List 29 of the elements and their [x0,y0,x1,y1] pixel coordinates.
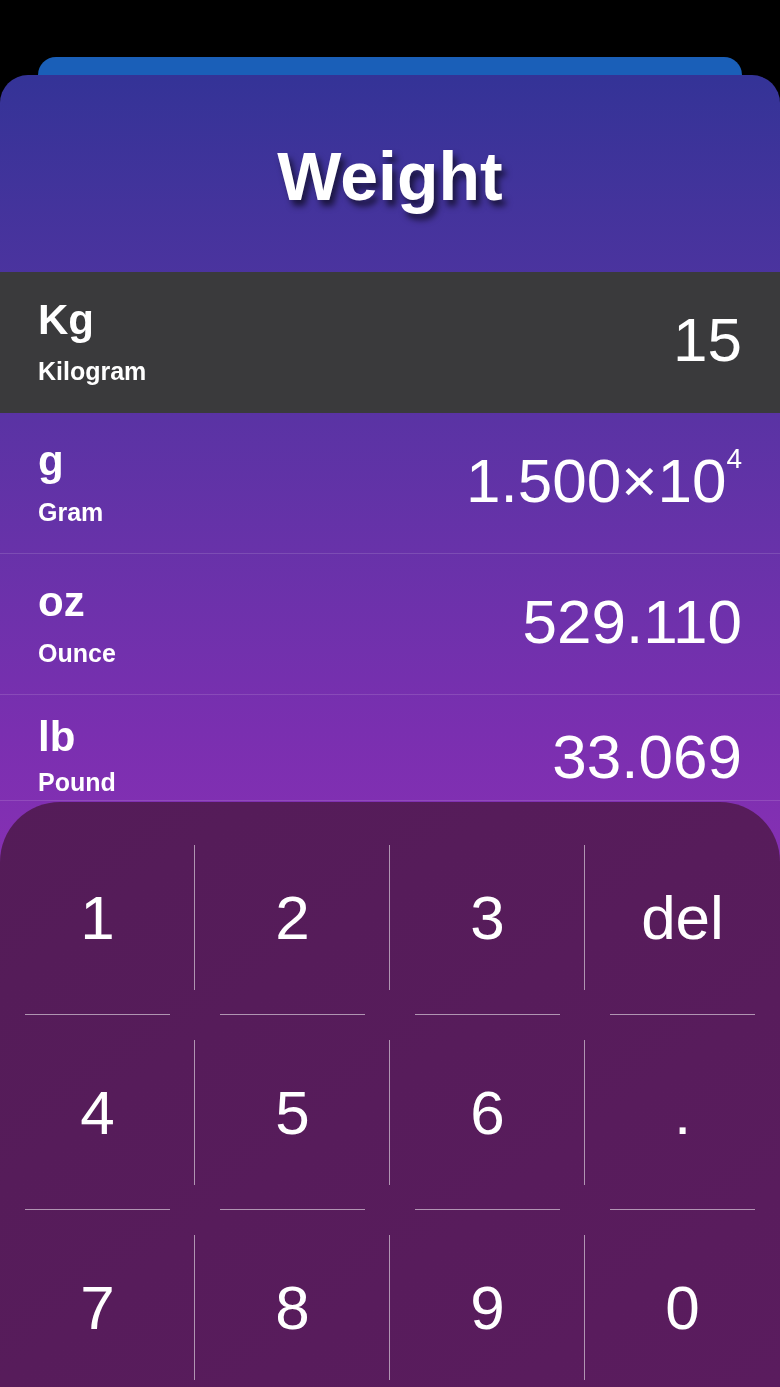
unit-symbol: lb [38,713,77,761]
unit-symbol: Kg [38,296,95,344]
keypad-key[interactable]: 3 [415,845,560,990]
keypad-key[interactable]: 8 [220,1235,365,1380]
unit-row[interactable]: g Gram 1.500×10$^{4}$ [0,413,780,554]
keypad-key[interactable]: del [610,845,755,990]
keypad-key[interactable]: 9 [415,1235,560,1380]
keypad-key[interactable]: 0 [610,1235,755,1380]
unit-symbol: oz [38,578,86,626]
unit-name: Kilogram [38,356,147,386]
unit-name: Gram [38,497,104,527]
unit-name: Ounce [38,638,116,668]
keypad-key[interactable]: 5 [220,1040,365,1185]
keypad-key[interactable]: 2 [220,845,365,990]
screen-title: Weight [277,136,503,216]
unit-row[interactable]: oz Ounce 529.110 [0,554,780,695]
unit-value: 1.500×10$^{4}$ [465,442,743,517]
unit-value: 529.110 [521,586,743,658]
unit-row[interactable]: lb Pound 33.069 [0,695,780,801]
keypad-key[interactable]: 1 [25,845,170,990]
unit-value: 15 [672,304,743,376]
unit-value: 33.069 [551,721,743,793]
keypad-key[interactable]: . [610,1040,755,1185]
unit-row[interactable]: Kg Kilogram 15 [0,272,780,413]
keypad-key[interactable]: 4 [25,1040,170,1185]
keypad-key[interactable]: 7 [25,1235,170,1380]
unit-symbol: g [38,437,65,485]
keypad-key[interactable]: 6 [415,1040,560,1185]
unit-name: Pound [38,767,116,797]
